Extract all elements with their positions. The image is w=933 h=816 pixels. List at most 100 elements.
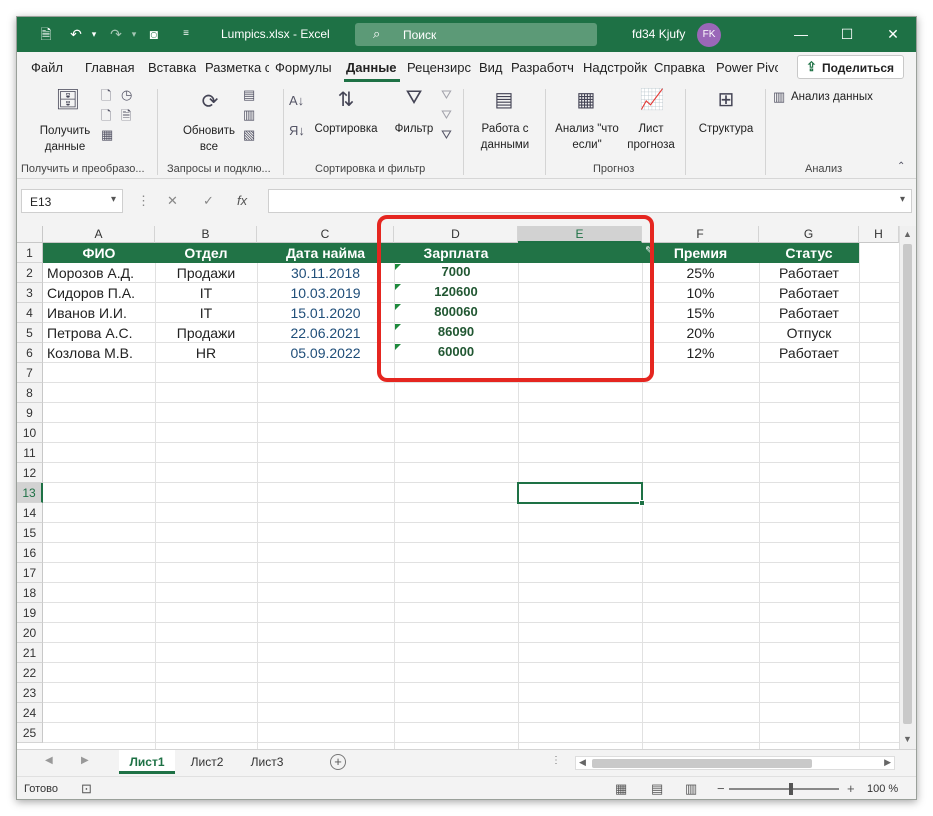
enter-icon[interactable]: ✓ (203, 193, 214, 209)
row-header[interactable]: 24 (17, 703, 43, 723)
row-header-selected[interactable]: 13 (17, 483, 43, 503)
what-if-button[interactable]: Анализ "что если" (551, 121, 623, 153)
row-header[interactable]: 18 (17, 583, 43, 603)
get-data-button[interactable]: Получить данные (33, 123, 97, 155)
cancel-icon[interactable]: ✕ (167, 193, 178, 209)
table-cell[interactable]: 10% (642, 283, 759, 303)
from-text-icon[interactable]: 🗋 (101, 87, 111, 109)
tab-page-layout[interactable]: Разметка с (205, 60, 269, 75)
user-name[interactable]: fd34 Kjufy (632, 27, 685, 41)
column-header-c[interactable]: C (257, 226, 394, 243)
insert-function-icon[interactable]: fx (237, 193, 247, 208)
properties-icon[interactable]: ▥ (243, 107, 255, 123)
row-header[interactable]: 23 (17, 683, 43, 703)
sheet-tab-1[interactable]: Лист1 (119, 750, 175, 774)
refresh-all-button[interactable]: Обновить все (177, 123, 241, 155)
row-header[interactable]: 17 (17, 563, 43, 583)
from-table-icon[interactable]: ▦ (101, 127, 113, 143)
column-header-g[interactable]: G (759, 226, 859, 243)
table-cell[interactable]: Сидоров П.А. (47, 283, 153, 303)
tab-data[interactable]: Данные (346, 60, 397, 75)
column-header-a[interactable]: A (43, 226, 155, 243)
data-analysis-button[interactable]: Анализ данных (791, 89, 873, 105)
column-header-b[interactable]: B (155, 226, 257, 243)
name-box[interactable]: E13 ▾ (21, 189, 123, 213)
row-header[interactable]: 1 (17, 243, 43, 263)
row-header[interactable]: 19 (17, 603, 43, 623)
row-header[interactable]: 8 (17, 383, 43, 403)
tab-view[interactable]: Вид (479, 60, 503, 75)
avatar[interactable]: FK (697, 23, 721, 47)
table-cell[interactable]: Козлова М.В. (47, 343, 153, 363)
fill-handle[interactable] (639, 500, 645, 506)
zoom-slider[interactable] (729, 788, 839, 790)
column-header-f[interactable]: F (642, 226, 759, 243)
recent-sources-icon[interactable]: ◷ (121, 87, 132, 103)
edit-links-icon[interactable]: ▧ (243, 127, 255, 143)
undo-icon[interactable]: ↶ (67, 25, 85, 43)
table-cell[interactable]: Работает (759, 303, 859, 323)
autosave-icon[interactable]: 🗎 (37, 25, 55, 43)
tab-addins[interactable]: Надстройк (583, 60, 647, 75)
forecast-sheet-button[interactable]: Лист прогноза (623, 121, 679, 153)
scroll-down-icon[interactable]: ▼ (903, 734, 912, 744)
zoom-slider-thumb[interactable] (789, 783, 793, 795)
select-all-corner[interactable] (17, 226, 43, 243)
row-header[interactable]: 6 (17, 343, 43, 363)
sheet-tab-3[interactable]: Лист3 (239, 750, 295, 774)
customize-toolbar-icon[interactable]: ≡ (177, 25, 195, 43)
header-cell-bonus[interactable]: Премия (642, 243, 759, 263)
header-cell-status[interactable]: Статус (759, 243, 859, 263)
existing-connections-icon[interactable]: 🗎 (121, 107, 131, 129)
table-cell[interactable]: 15% (642, 303, 759, 323)
table-cell[interactable]: 25% (642, 263, 759, 283)
tab-file[interactable]: Файл (31, 60, 63, 75)
vertical-scrollbar[interactable]: ▲ ▼ (899, 226, 916, 749)
accessibility-icon[interactable]: ⊡ (81, 781, 92, 797)
tab-developer[interactable]: Разработч (511, 60, 573, 75)
table-cell[interactable]: Продажи (155, 263, 257, 283)
sort-za-icon[interactable]: Я↓ (289, 123, 305, 138)
table-cell[interactable]: IT (155, 303, 257, 323)
data-tools-button[interactable]: Работа с данными (469, 121, 541, 153)
tab-review[interactable]: Рецензирс (407, 60, 471, 75)
tab-power-pivot[interactable]: Power Pivo (716, 60, 778, 75)
row-header[interactable]: 2 (17, 263, 43, 283)
reapply-icon[interactable]: ⛛ (441, 107, 452, 123)
share-button[interactable]: ⇪ Поделиться (797, 55, 904, 79)
queries-connections-icon[interactable]: ▤ (243, 87, 255, 103)
table-cell[interactable]: Петрова А.С. (47, 323, 153, 343)
table-cell[interactable]: 12% (642, 343, 759, 363)
table-cell[interactable]: Отпуск (759, 323, 859, 343)
table-cell[interactable]: 10.03.2019 (257, 283, 394, 303)
camera-icon[interactable]: ◙ (145, 25, 163, 43)
horizontal-scrollbar[interactable]: ◀ ▶ (575, 756, 895, 770)
header-cell-fio[interactable]: ФИО (43, 243, 155, 263)
zoom-level[interactable]: 100 % (867, 783, 898, 795)
tab-home[interactable]: Главная (85, 60, 134, 75)
row-header[interactable]: 21 (17, 643, 43, 663)
table-cell[interactable]: 15.01.2020 (257, 303, 394, 323)
header-cell-hire-date[interactable]: Дата найма (257, 243, 394, 263)
close-button[interactable]: ✕ (870, 17, 916, 52)
hscroll-thumb[interactable] (592, 759, 812, 768)
row-header[interactable]: 5 (17, 323, 43, 343)
table-cell[interactable]: 20% (642, 323, 759, 343)
row-header[interactable]: 3 (17, 283, 43, 303)
tab-formulas[interactable]: Формулы (275, 60, 332, 75)
sort-button[interactable]: Сортировка (311, 121, 381, 137)
table-cell[interactable]: HR (155, 343, 257, 363)
table-cell[interactable]: IT (155, 283, 257, 303)
row-header[interactable]: 14 (17, 503, 43, 523)
outline-button[interactable]: Структура (691, 121, 761, 137)
sort-az-icon[interactable]: A↓ (289, 93, 304, 108)
zoom-out-icon[interactable]: − (717, 781, 725, 796)
redo-icon[interactable]: ↷ (107, 25, 125, 43)
row-header[interactable]: 11 (17, 443, 43, 463)
table-cell[interactable]: Морозов А.Д. (47, 263, 153, 283)
normal-view-icon[interactable]: ▦ (615, 781, 627, 797)
row-header[interactable]: 22 (17, 663, 43, 683)
advanced-filter-icon[interactable]: ⛛ (441, 127, 452, 143)
table-cell[interactable]: Продажи (155, 323, 257, 343)
row-header[interactable]: 16 (17, 543, 43, 563)
